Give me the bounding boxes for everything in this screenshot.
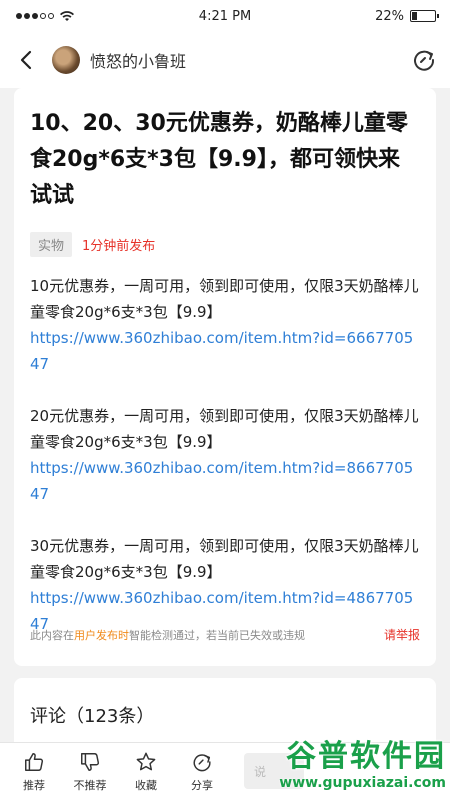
favorite-label: 收藏 xyxy=(135,779,157,792)
notice-prefix: 此内容在 xyxy=(30,628,74,642)
battery-area: 22% xyxy=(375,8,439,24)
recommend-label: 推荐 xyxy=(23,779,45,792)
author-avatar[interactable] xyxy=(52,46,80,74)
wifi-icon xyxy=(60,10,74,21)
share-label: 分享 xyxy=(191,779,213,792)
not-recommend-button[interactable]: 不推荐 xyxy=(62,743,118,800)
share-icon xyxy=(193,754,211,772)
share-button[interactable]: 分享 xyxy=(174,743,230,800)
notice-highlight: 用户发布时 xyxy=(74,628,129,642)
back-arrow-icon xyxy=(20,50,32,70)
recommend-button[interactable]: 推荐 xyxy=(6,743,62,800)
watermark-name: 谷普软件园 xyxy=(286,739,446,774)
battery-percent: 22% xyxy=(375,8,404,24)
paragraph-text: 10元优惠券，一周可用，领到即可使用，仅限3天奶酪棒儿童零食20g*6支*3包【… xyxy=(30,277,419,321)
status-bar: 4:21 PM 22% xyxy=(0,0,450,32)
notice-text: 此内容在用户发布时智能检测通过，若当前已失效或违规 xyxy=(30,627,305,643)
favorite-button[interactable]: 收藏 xyxy=(118,743,174,800)
star-icon xyxy=(136,752,156,771)
back-button[interactable] xyxy=(12,46,40,74)
clock: 4:21 PM xyxy=(198,8,252,24)
refresh-icon xyxy=(414,50,435,71)
post-paragraph: 30元优惠券，一周可用，领到即可使用，仅限3天奶酪棒儿童零食20g*6支*3包【… xyxy=(30,533,420,637)
watermark-url: www.gupuxiazai.com xyxy=(279,775,446,791)
thumbs-up-icon xyxy=(25,753,44,771)
signal-area xyxy=(16,10,74,22)
post-card: 10、20、30元优惠券，奶酪棒儿童零食20g*6支*3包【9.9】，都可领快来… xyxy=(14,88,436,666)
comments-title: 评论（123条） xyxy=(30,706,155,727)
post-body: 10元优惠券，一周可用，领到即可使用，仅限3天奶酪棒儿童零食20g*6支*3包【… xyxy=(30,273,420,637)
report-link[interactable]: 请举报 xyxy=(384,626,420,643)
site-watermark: 谷普软件园 www.gupuxiazai.com xyxy=(246,726,446,796)
post-title: 10、20、30元优惠券，奶酪棒儿童零食20g*6支*3包【9.9】，都可领快来… xyxy=(30,111,408,208)
top-nav: 愤怒的小鲁班 xyxy=(0,32,450,88)
author-name[interactable]: 愤怒的小鲁班 xyxy=(90,48,186,72)
post-meta: 实物 1分钟前发布 xyxy=(30,232,420,257)
signal-strength-icon xyxy=(16,13,54,19)
refresh-button[interactable] xyxy=(410,46,438,74)
post-time: 1分钟前发布 xyxy=(82,239,156,254)
detection-notice: 此内容在用户发布时智能检测通过，若当前已失效或违规 请举报 xyxy=(30,626,420,643)
thumbs-down-icon xyxy=(81,753,100,771)
product-link[interactable]: https://www.360zhibao.com/item.htm?id=86… xyxy=(30,455,420,507)
post-paragraph: 10元优惠券，一周可用，领到即可使用，仅限3天奶酪棒儿童零食20g*6支*3包【… xyxy=(30,273,420,377)
battery-icon xyxy=(410,10,439,22)
paragraph-text: 20元优惠券，一周可用，领到即可使用，仅限3天奶酪棒儿童零食20g*6支*3包【… xyxy=(30,407,419,451)
not-recommend-label: 不推荐 xyxy=(73,779,107,792)
product-link[interactable]: https://www.360zhibao.com/item.htm?id=66… xyxy=(30,325,420,377)
notice-suffix: 智能检测通过，若当前已失效或违规 xyxy=(129,628,305,642)
category-tag: 实物 xyxy=(30,232,73,257)
post-paragraph: 20元优惠券，一周可用，领到即可使用，仅限3天奶酪棒儿童零食20g*6支*3包【… xyxy=(30,403,420,507)
paragraph-text: 30元优惠券，一周可用，领到即可使用，仅限3天奶酪棒儿童零食20g*6支*3包【… xyxy=(30,537,419,581)
